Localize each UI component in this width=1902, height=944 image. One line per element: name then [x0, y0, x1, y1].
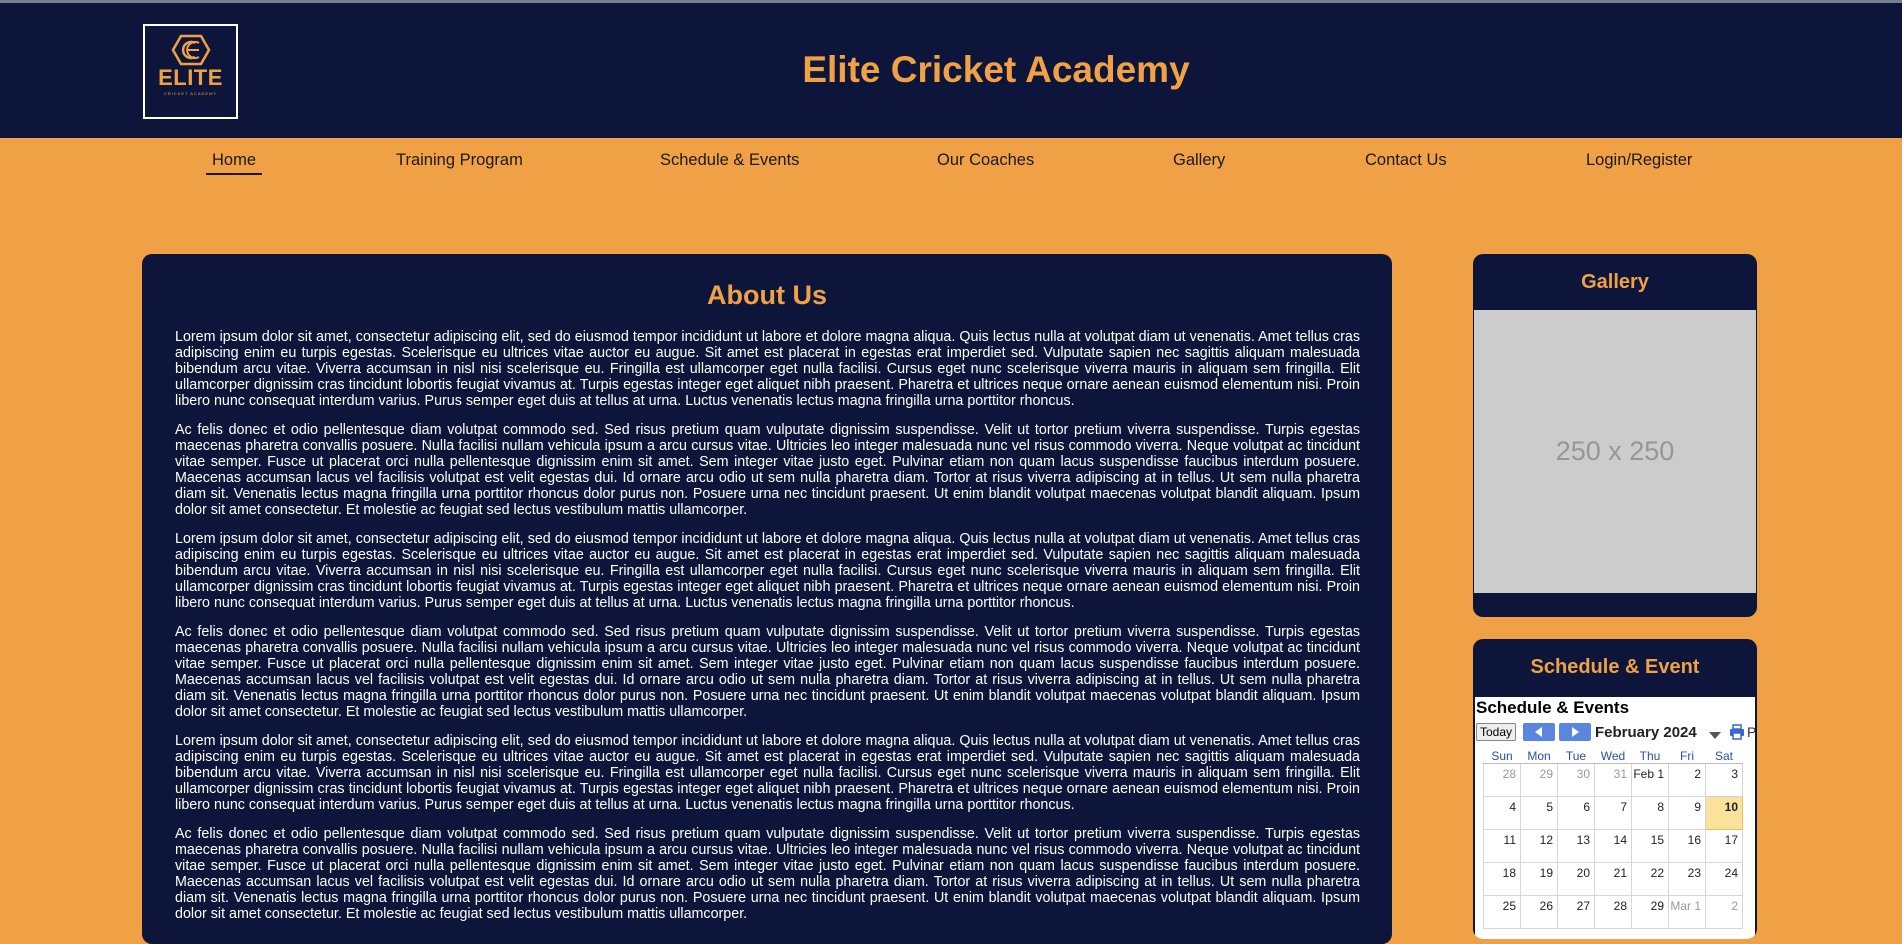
about-us-title: About Us	[707, 280, 827, 310]
month-label: February 2024	[1595, 724, 1697, 741]
about-paragraph: Lorem ipsum dolor sit amet, consectetur …	[175, 329, 1360, 409]
print-label: P	[1747, 724, 1755, 740]
arrow-left-icon	[1535, 727, 1542, 737]
about-paragraph: Ac felis donec et odio pellentesque diam…	[175, 826, 1360, 922]
today-button[interactable]: Today	[1476, 723, 1517, 741]
calendar-day-cell[interactable]: 2	[1668, 763, 1706, 797]
calendar-day-cell[interactable]: 31	[1594, 763, 1632, 797]
calendar-day-cell[interactable]: 30	[1557, 763, 1595, 797]
schedule-card: Schedule & Event Schedule & Events Today…	[1473, 639, 1757, 939]
calendar-day-cell[interactable]: 20	[1557, 862, 1595, 896]
calendar-day-cell[interactable]: Mar 1	[1668, 895, 1706, 929]
calendar-day-today[interactable]: 10	[1705, 796, 1743, 830]
weekday-label: Wed	[1594, 749, 1632, 764]
nav-home[interactable]: Home	[206, 151, 263, 175]
prev-month-button[interactable]	[1523, 723, 1555, 741]
calendar-toolbar: Today February 2024 P	[1475, 722, 1755, 744]
site-header: ELITE CRICKET ACADEMY Elite Cricket Acad…	[0, 3, 1902, 138]
nav-schedule-events[interactable]: Schedule & Events	[660, 151, 799, 170]
calendar-grid: Sun Mon Tue Wed Thu Fri Sat 28 29 30 31 Feb 123456…	[1483, 749, 1743, 929]
schedule-title: Schedule & Event	[1530, 656, 1700, 678]
calendar-body: 28 29 30 31 Feb 1 2 3 4 5 6 7 8 9 10 11 12 13 14 15 16 17 18 1…	[1483, 763, 1743, 929]
calendar-widget: Schedule & Events Today February 2024 P	[1475, 697, 1755, 939]
calendar-day-cell[interactable]: 21	[1594, 862, 1632, 896]
about-paragraph: Ac felis donec et odio pellentesque diam…	[175, 422, 1360, 518]
printer-icon	[1730, 724, 1744, 740]
calendar-week-row: 25 26 27 28 29 Mar 12	[1483, 895, 1743, 929]
weekday-label: Sun	[1483, 749, 1521, 764]
weekday-label: Mon	[1520, 749, 1558, 764]
weekday-label: Fri	[1668, 749, 1706, 764]
calendar-day-cell[interactable]: 26	[1520, 895, 1558, 929]
calendar-day-cell[interactable]: 17	[1705, 829, 1743, 863]
nav-our-coaches[interactable]: Our Coaches	[937, 151, 1034, 170]
calendar-day-cell[interactable]: 23	[1668, 862, 1706, 896]
gallery-title: Gallery	[1581, 271, 1649, 293]
calendar-day-cell[interactable]: 9	[1668, 796, 1706, 830]
calendar-day-cell[interactable]: 11	[1483, 829, 1521, 863]
print-button[interactable]	[1729, 724, 1745, 745]
calendar-day-cell[interactable]: 27	[1557, 895, 1595, 929]
calendar-day-cell[interactable]: 16	[1668, 829, 1706, 863]
nav-contact-us[interactable]: Contact Us	[1365, 151, 1447, 170]
calendar-day-cell[interactable]: 5	[1520, 796, 1558, 830]
gallery-image-placeholder[interactable]: 250 x 250	[1474, 310, 1756, 593]
calendar-day-cell[interactable]: 13	[1557, 829, 1595, 863]
about-paragraph: Ac felis donec et odio pellentesque diam…	[175, 624, 1360, 720]
nav-training-program[interactable]: Training Program	[396, 151, 523, 170]
logo-subtext: CRICKET ACADEMY	[163, 91, 218, 96]
calendar-day-cell[interactable]: 22	[1631, 862, 1669, 896]
about-us-section: About Us Lorem ipsum dolor sit amet, con…	[142, 254, 1392, 944]
calendar-day-cell[interactable]: 28	[1483, 763, 1521, 797]
calendar-week-row: 28 29 30 31 Feb 123	[1483, 763, 1743, 797]
about-paragraph: Lorem ipsum dolor sit amet, consectetur …	[175, 531, 1360, 611]
calendar-day-cell[interactable]: 29	[1520, 763, 1558, 797]
calendar-week-row: 4 5 6 7 8 9 10	[1483, 796, 1743, 830]
weekday-header-row: Sun Mon Tue Wed Thu Fri Sat	[1483, 749, 1743, 764]
calendar-day-cell[interactable]: 24	[1705, 862, 1743, 896]
calendar-heading: Schedule & Events	[1476, 698, 1630, 717]
calendar-day-cell[interactable]: 28	[1594, 895, 1632, 929]
calendar-day-cell[interactable]: 25	[1483, 895, 1521, 929]
arrow-right-icon	[1572, 727, 1579, 737]
calendar-day-cell[interactable]: Feb 1	[1631, 763, 1669, 797]
gallery-card: Gallery 250 x 250	[1473, 254, 1757, 617]
weekday-label: Sat	[1705, 749, 1743, 764]
main-nav: Home Training Program Schedule & Events …	[0, 151, 1902, 177]
calendar-day-cell[interactable]: 4	[1483, 796, 1521, 830]
weekday-label: Thu	[1631, 749, 1669, 764]
calendar-day-cell[interactable]: 3	[1705, 763, 1743, 797]
nav-login-register[interactable]: Login/Register	[1586, 151, 1692, 170]
calendar-day-cell[interactable]: 14	[1594, 829, 1632, 863]
calendar-day-cell[interactable]: 6	[1557, 796, 1595, 830]
about-paragraph: Lorem ipsum dolor sit amet, consectetur …	[175, 733, 1360, 813]
next-month-button[interactable]	[1559, 723, 1591, 741]
caret-down-icon	[1709, 732, 1721, 739]
month-dropdown-toggle[interactable]	[1709, 727, 1721, 745]
calendar-day-cell[interactable]: 7	[1594, 796, 1632, 830]
calendar-day-cell[interactable]: 18	[1483, 862, 1521, 896]
nav-gallery[interactable]: Gallery	[1173, 151, 1225, 170]
calendar-week-row: 18 19 20 21 22 23 24	[1483, 862, 1743, 896]
calendar-day-cell[interactable]: 12	[1520, 829, 1558, 863]
calendar-day-cell[interactable]: 8	[1631, 796, 1669, 830]
calendar-day-cell[interactable]: 29	[1631, 895, 1669, 929]
calendar-day-cell[interactable]: 19	[1520, 862, 1558, 896]
calendar-day-cell[interactable]: 15	[1631, 829, 1669, 863]
site-title: Elite Cricket Academy	[802, 49, 1190, 90]
calendar-week-row: 11 12 13 14 15 16 17	[1483, 829, 1743, 863]
weekday-label: Tue	[1557, 749, 1595, 764]
calendar-day-cell[interactable]: 2	[1705, 895, 1743, 929]
